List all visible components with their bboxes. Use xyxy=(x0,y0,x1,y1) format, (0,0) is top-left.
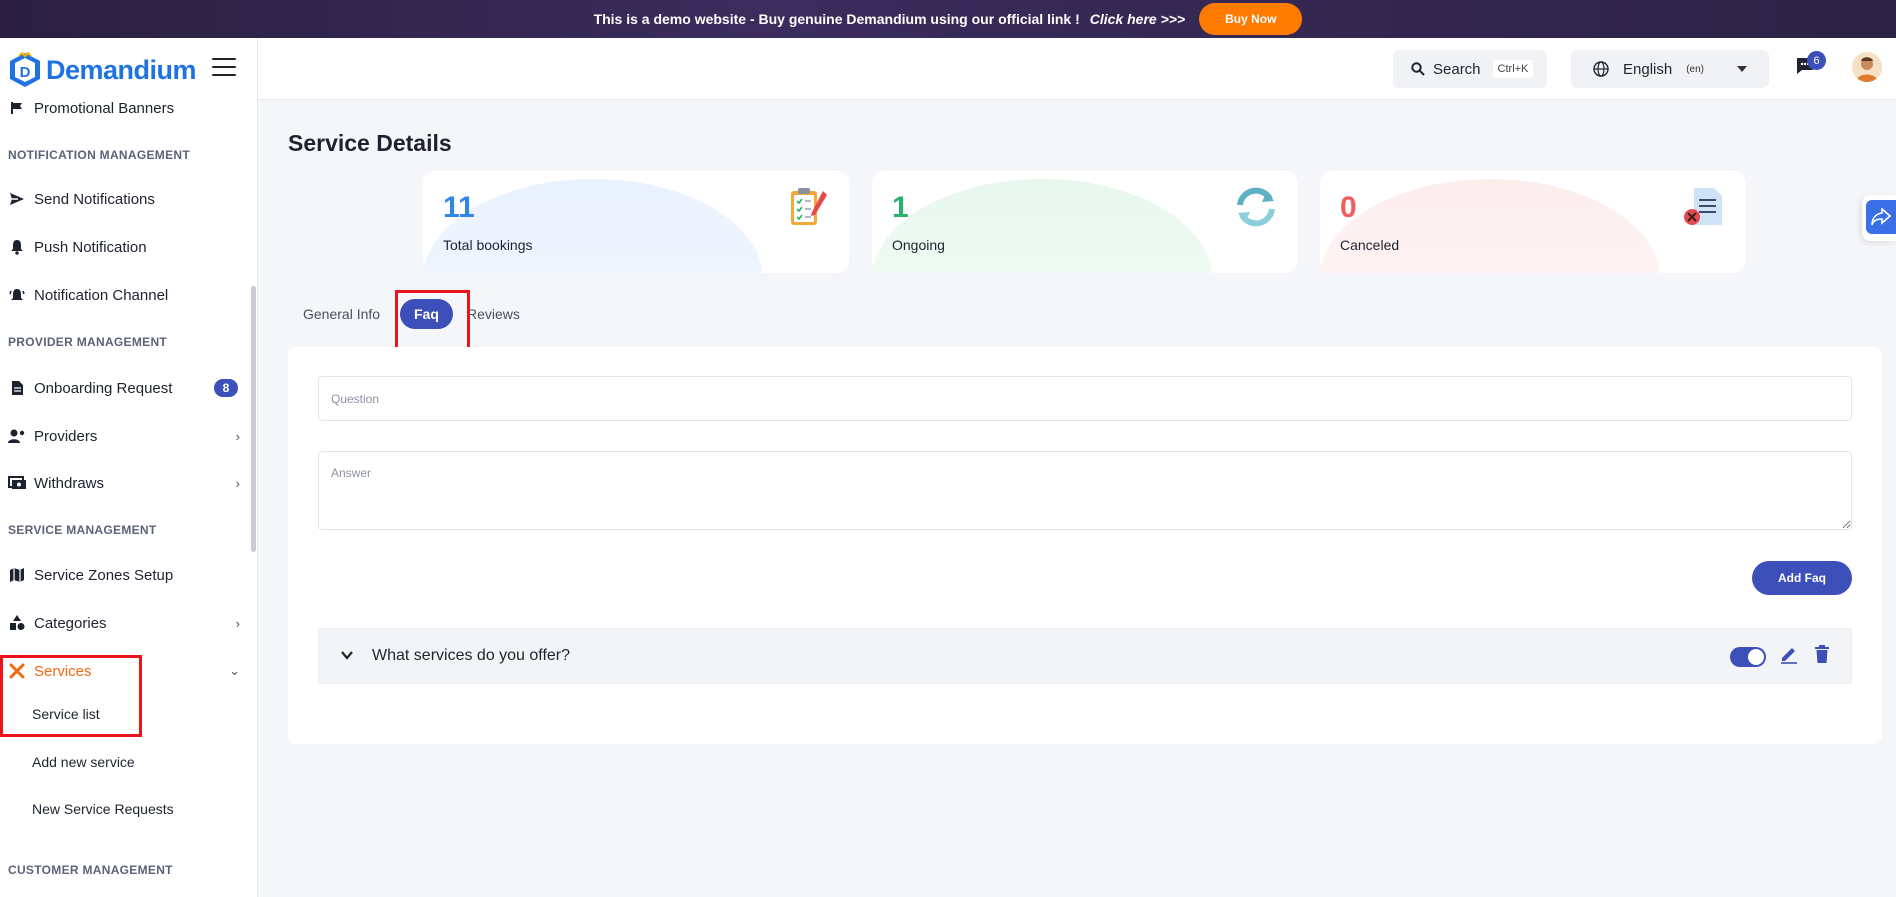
faq-status-toggle[interactable] xyxy=(1730,647,1766,667)
sidebar-item-label: Promotional Banners xyxy=(34,99,175,117)
promo-link[interactable]: Click here >>> xyxy=(1090,11,1185,27)
sidebar-item-promotional-banners[interactable]: Promotional Banners xyxy=(8,99,240,117)
sidebar-item-label: Providers xyxy=(34,427,98,445)
card-background-shape xyxy=(1320,179,1660,273)
brand-name: Demandium xyxy=(46,54,197,85)
language-code: (en) xyxy=(1686,63,1704,75)
sidebar: D Demandium Promotional Banners NOTIFICA… xyxy=(0,38,258,897)
sidebar-item-label: Notification Channel xyxy=(34,286,169,304)
chevron-right-icon: › xyxy=(235,428,240,444)
sidebar-subitem-add-new-service[interactable]: Add new service xyxy=(32,754,135,770)
chevron-right-icon: › xyxy=(235,475,240,491)
stat-label: Ongoing xyxy=(892,237,945,253)
chevron-down-icon[interactable] xyxy=(339,647,355,663)
avatar[interactable] xyxy=(1852,52,1882,82)
question-input[interactable] xyxy=(318,376,1852,421)
toggle-knob xyxy=(1748,649,1764,665)
sidebar-item-label: Send Notifications xyxy=(34,190,155,208)
search-shortcut: Ctrl+K xyxy=(1492,60,1534,78)
stat-value: 0 xyxy=(1340,191,1357,224)
page-title: Service Details xyxy=(288,130,452,156)
highlight-frame-services xyxy=(0,655,142,737)
section-title-service: SERVICE MANAGEMENT xyxy=(8,523,157,537)
chevron-down-icon: ⌄ xyxy=(229,663,240,678)
globe-icon xyxy=(1593,61,1609,77)
send-icon xyxy=(8,190,26,208)
svg-text:D: D xyxy=(20,64,31,81)
stat-label: Canceled xyxy=(1340,237,1400,253)
caret-down-icon xyxy=(1737,66,1747,72)
tab-general-info[interactable]: General Info xyxy=(303,299,380,329)
bell-ring-icon xyxy=(8,286,26,304)
promo-banner: This is a demo website - Buy genuine Dem… xyxy=(0,0,1896,38)
search-label: Search xyxy=(1433,60,1481,78)
share-icon xyxy=(1871,208,1891,226)
highlight-frame-faq-tab xyxy=(395,290,470,352)
stat-card-canceled: 0 Canceled xyxy=(1320,171,1746,273)
sidebar-item-service-zones[interactable]: Service Zones Setup xyxy=(8,566,240,584)
sidebar-item-label: Push Notification xyxy=(34,238,147,256)
buy-now-button[interactable]: Buy Now xyxy=(1199,3,1303,35)
refresh-icon xyxy=(1237,187,1275,227)
edit-icon[interactable] xyxy=(1779,644,1799,664)
sidebar-item-label: Service Zones Setup xyxy=(34,566,174,584)
faq-question: What services do you offer? xyxy=(372,647,571,664)
document-cancel-icon xyxy=(1684,188,1722,225)
sidebar-item-onboarding-request[interactable]: Onboarding Request 8 xyxy=(8,379,240,397)
language-selector[interactable]: English (en) xyxy=(1571,50,1769,88)
cash-icon xyxy=(8,474,26,492)
brand-logo-icon: D xyxy=(10,52,40,87)
sidebar-item-notification-channel[interactable]: Notification Channel xyxy=(8,286,240,304)
sidebar-scrollbar[interactable] xyxy=(251,286,256,552)
floating-share-tab[interactable] xyxy=(1862,195,1896,241)
map-icon xyxy=(8,566,26,584)
menu-toggle-icon[interactable] xyxy=(212,58,236,78)
search-icon xyxy=(1411,62,1425,76)
stat-value: 1 xyxy=(892,191,909,224)
stat-card-ongoing: 1 Ongoing xyxy=(872,171,1298,273)
sidebar-item-push-notification[interactable]: Push Notification xyxy=(8,238,240,256)
sidebar-item-send-notifications[interactable]: Send Notifications xyxy=(8,190,240,208)
card-background-shape xyxy=(872,179,1212,273)
bell-icon xyxy=(8,238,26,256)
answer-textarea[interactable] xyxy=(318,451,1852,530)
chevron-right-icon: › xyxy=(235,615,240,631)
flag-icon xyxy=(8,99,26,117)
section-title-notification: NOTIFICATION MANAGEMENT xyxy=(8,148,190,162)
clipboard-checklist-icon xyxy=(791,188,827,225)
trash-icon[interactable] xyxy=(1814,644,1830,664)
message-count-badge: 6 xyxy=(1807,51,1826,70)
sidebar-item-label: Categories xyxy=(34,614,107,632)
sidebar-subitem-new-service-requests[interactable]: New Service Requests xyxy=(32,801,174,817)
sidebar-item-label: Onboarding Request xyxy=(34,379,173,397)
users-icon xyxy=(8,427,26,445)
faq-item[interactable]: What services do you offer? xyxy=(318,628,1852,684)
section-title-customer: CUSTOMER MANAGEMENT xyxy=(8,863,173,877)
sidebar-item-withdraws[interactable]: Withdraws › xyxy=(8,474,240,492)
add-faq-button[interactable]: Add Faq xyxy=(1752,561,1852,595)
language-label: English xyxy=(1623,60,1673,78)
tab-reviews[interactable]: Reviews xyxy=(467,299,520,329)
sidebar-item-providers[interactable]: Providers › xyxy=(8,427,240,445)
stat-card-total-bookings: 11 Total bookings xyxy=(423,171,849,273)
shapes-icon xyxy=(8,614,26,632)
onboarding-count-badge: 8 xyxy=(214,379,238,397)
sidebar-item-categories[interactable]: Categories › xyxy=(8,614,240,632)
document-icon xyxy=(8,379,26,397)
promo-text: This is a demo website - Buy genuine Dem… xyxy=(593,11,1080,27)
search-button[interactable]: Search Ctrl+K xyxy=(1393,50,1547,88)
faq-panel: Add Faq What services do you offer? xyxy=(288,347,1882,744)
sidebar-item-label: Withdraws xyxy=(34,474,105,492)
brand[interactable]: D Demandium xyxy=(8,52,197,88)
stat-label: Total bookings xyxy=(443,237,533,253)
stat-value: 11 xyxy=(443,191,475,224)
section-title-provider: PROVIDER MANAGEMENT xyxy=(8,335,168,349)
